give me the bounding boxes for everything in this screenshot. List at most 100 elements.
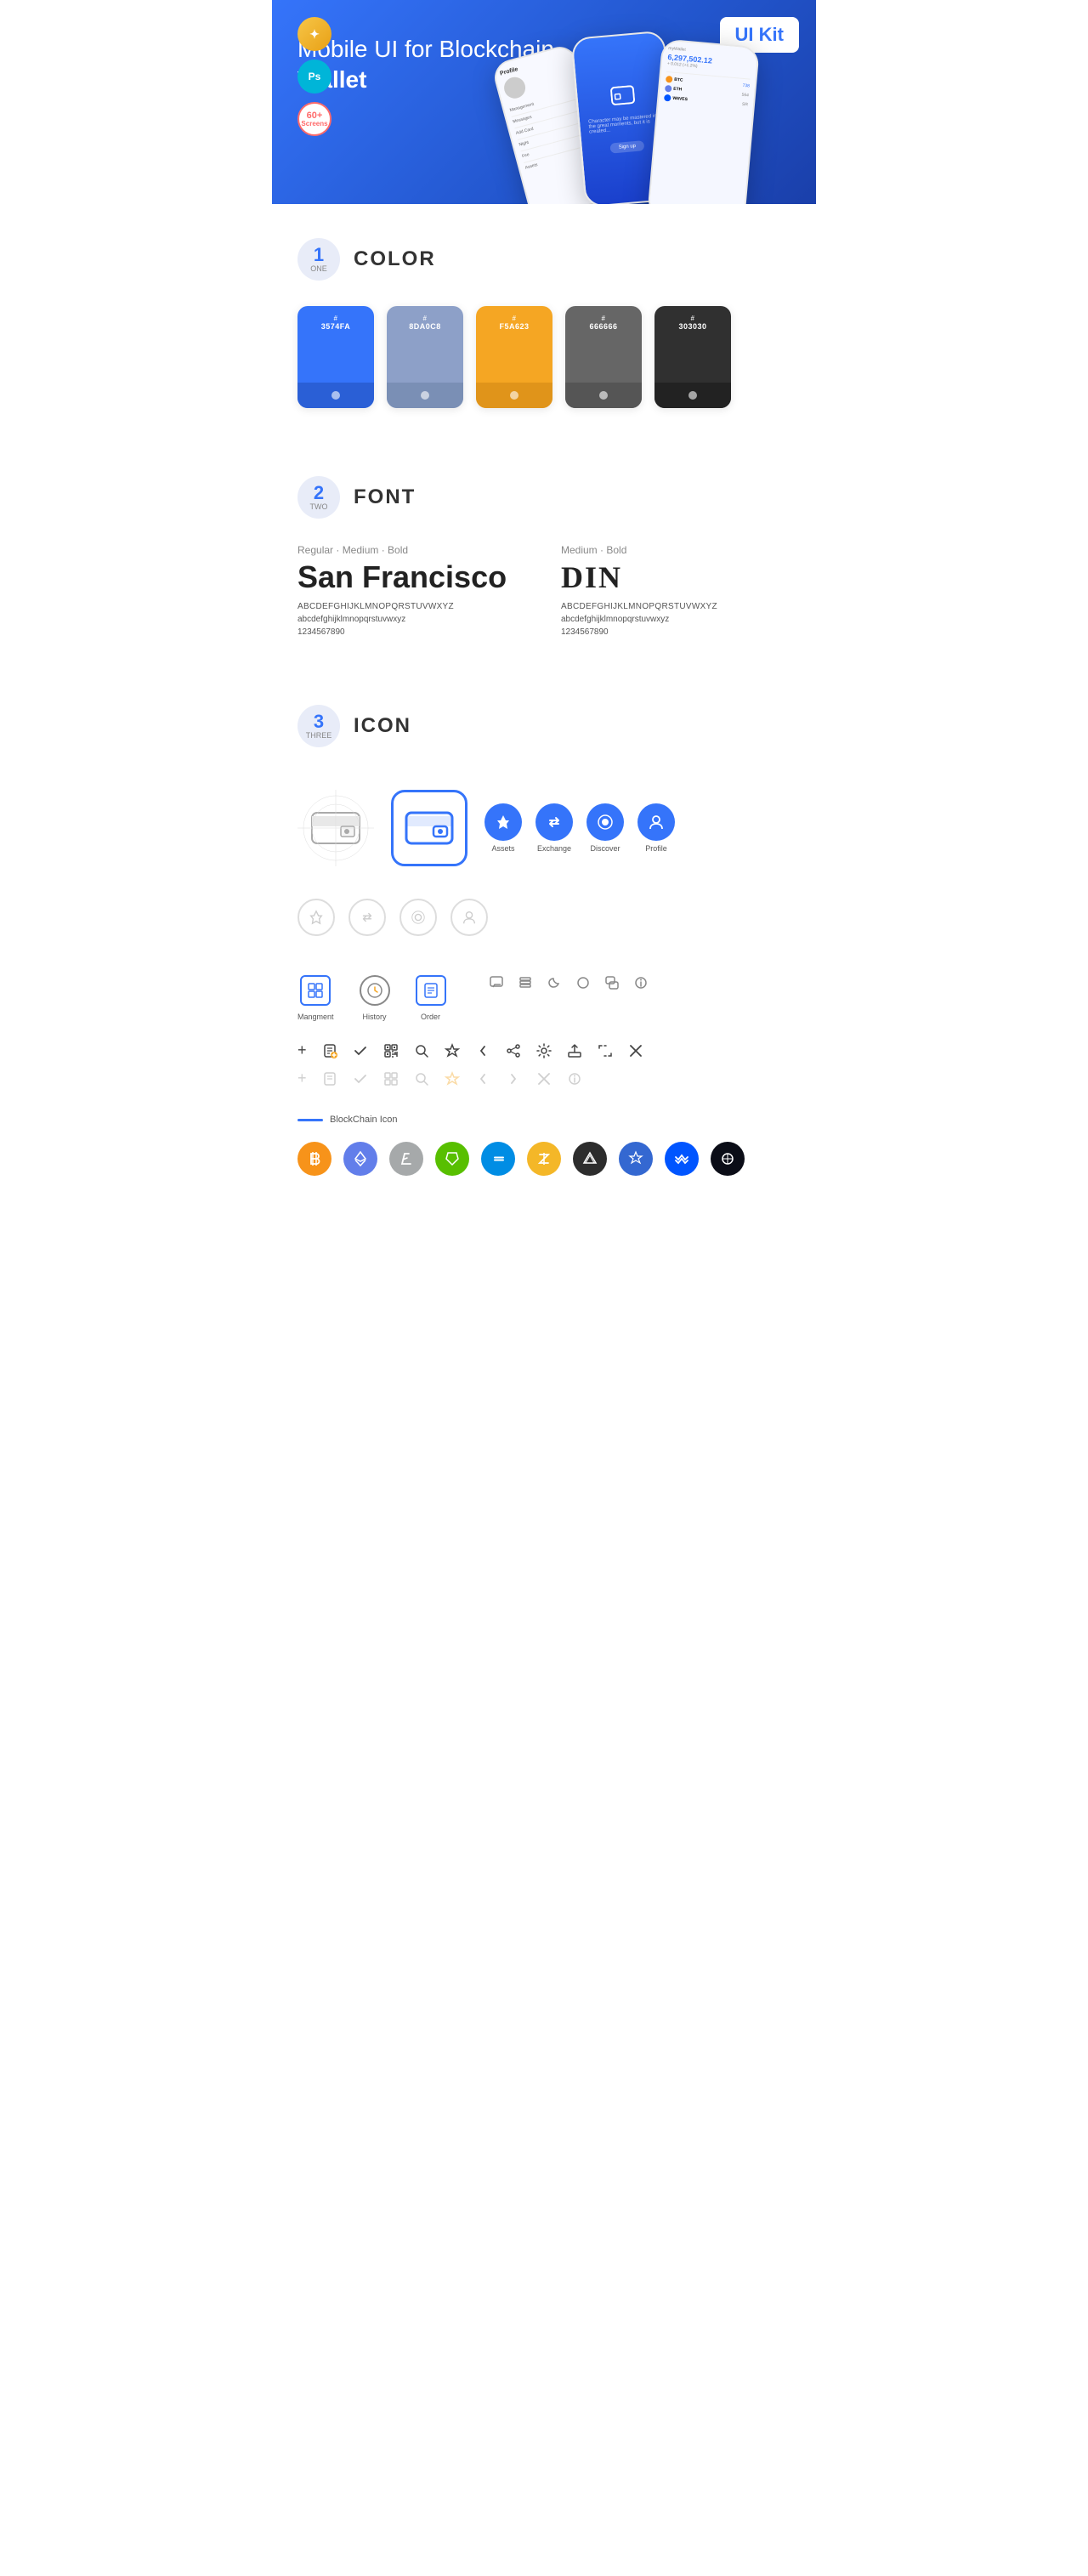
icon-section: Assets Exchange [298, 773, 790, 1244]
discover-icon-item: Discover [586, 803, 624, 853]
gear-icon[interactable] [536, 1043, 552, 1058]
font-sub: TWO [310, 502, 328, 511]
cardano-icon[interactable] [619, 1142, 653, 1176]
profile-icon[interactable] [638, 803, 675, 841]
stack-icon[interactable] [518, 975, 533, 990]
waves-icon[interactable] [665, 1142, 699, 1176]
history-label: History [363, 1013, 387, 1021]
hero-badges: ✦ Ps 60+ Screens [298, 17, 332, 136]
wallet-svg-filled [405, 809, 454, 848]
wallet-icon-grid [298, 790, 374, 866]
font-sf-lower: abcdefghijklmnopqrstuvwxyz [298, 615, 527, 624]
color-swatches: # 3574FA # 8DA0C8 # F5A623 # 666666 [298, 306, 790, 442]
assets-outline-icon [298, 899, 335, 936]
dash-icon[interactable] [481, 1142, 515, 1176]
ps-label: Ps [309, 71, 321, 82]
font-din-upper: ABCDEFGHIJKLMNOPQRSTUVWXYZ [561, 602, 790, 611]
font-sf-name: San Francisco [298, 559, 527, 595]
wallet-icon-filled [391, 790, 468, 866]
misc-icons-row-1 [489, 975, 649, 990]
sketch-badge: ✦ [298, 17, 332, 51]
assets-icon[interactable] [484, 803, 522, 841]
nav-icons-outline-row [298, 890, 488, 945]
chat2-icon[interactable] [604, 975, 620, 990]
tools-row-2: + [298, 1063, 790, 1101]
check-outline-icon [353, 1071, 368, 1087]
profile-label: Profile [645, 844, 667, 853]
qr-icon[interactable] [383, 1043, 399, 1058]
forward-outline-icon [506, 1071, 521, 1087]
plus-icon[interactable]: + [298, 1041, 307, 1059]
exchange-icon[interactable] [536, 803, 573, 841]
color-swatch-orange: # F5A623 [476, 306, 552, 408]
phones-area: Profile Management Messages Add Card Nig… [510, 0, 816, 204]
star-accent-icon [445, 1071, 460, 1087]
color-swatch-gray: # 666666 [565, 306, 642, 408]
icon-title: ICON [354, 714, 411, 738]
chat-icon[interactable] [489, 975, 504, 990]
profile-outline-icon [450, 899, 488, 936]
close-icon[interactable] [628, 1043, 643, 1058]
note-outline-icon [322, 1071, 337, 1087]
font-number: 2 [314, 484, 324, 502]
color-number: 1 [314, 246, 324, 264]
ethereum-icon[interactable] [343, 1142, 377, 1176]
iota-icon[interactable] [573, 1142, 607, 1176]
litecoin-icon[interactable] [389, 1142, 423, 1176]
history-icon[interactable] [360, 975, 390, 1006]
golem-icon[interactable] [711, 1142, 745, 1176]
font-sf: Regular · Medium · Bold San Francisco AB… [298, 544, 527, 637]
misc-icons-area [489, 975, 649, 990]
back-arrow-icon[interactable] [475, 1043, 490, 1058]
exchange-label: Exchange [537, 844, 571, 853]
font-grid: Regular · Medium · Bold San Francisco AB… [298, 544, 790, 637]
info-icon[interactable] [633, 975, 649, 990]
circle-icon[interactable] [575, 975, 591, 990]
resize-icon[interactable] [598, 1043, 613, 1058]
upload-icon[interactable] [567, 1043, 582, 1058]
screens-top: 60+ [307, 111, 323, 121]
color-section-header: 1 ONE COLOR [298, 204, 790, 306]
phone-mockup-3: myWallet 6,297,502.12 + 0.012 (+1.2%) BT… [647, 38, 760, 204]
font-din-style: Medium · Bold [561, 544, 790, 556]
color-sub: ONE [310, 264, 327, 273]
icon-grid-lines [298, 790, 374, 866]
search-icon[interactable] [414, 1043, 429, 1058]
bitcoin-icon[interactable] [298, 1142, 332, 1176]
icon-grid-main: Assets Exchange [298, 773, 790, 962]
order-icon[interactable] [416, 975, 446, 1006]
star-icon[interactable] [445, 1043, 460, 1058]
icon-number: 3 [314, 712, 324, 731]
font-number-badge: 2 TWO [298, 476, 340, 519]
screens-bottom: Screens [301, 121, 327, 128]
discover-label: Discover [590, 844, 620, 853]
profile-icon-item: Profile [638, 803, 675, 853]
color-swatch-grayblue: # 8DA0C8 [387, 306, 463, 408]
icon-sub: THREE [306, 731, 332, 740]
assets-icon-item: Assets [484, 803, 522, 853]
back-outline-icon [475, 1071, 490, 1087]
management-label: Mangment [298, 1013, 334, 1021]
font-din-name: DIN [561, 559, 790, 595]
font-din: Medium · Bold DIN ABCDEFGHIJKLMNOPQRSTUV… [561, 544, 790, 637]
close-outline-icon [536, 1071, 552, 1087]
blockchain-line [298, 1119, 323, 1121]
zcash-icon[interactable] [527, 1142, 561, 1176]
search-outline-icon [414, 1071, 429, 1087]
bottom-nav-section: Mangment History [298, 962, 790, 1035]
font-section-header: 2 TWO FONT [298, 442, 790, 544]
management-icon[interactable] [300, 975, 331, 1006]
check-icon[interactable] [353, 1043, 368, 1058]
moon-icon[interactable] [547, 975, 562, 990]
icon-number-badge: 3 THREE [298, 705, 340, 747]
ps-badge: Ps [298, 60, 332, 94]
nav-icons-row: Assets Exchange [484, 795, 675, 861]
hero-section: Mobile UI for Blockchain Wallet UI Kit ✦… [272, 0, 816, 204]
discover-icon[interactable] [586, 803, 624, 841]
share-icon[interactable] [506, 1043, 521, 1058]
assets-label: Assets [491, 844, 514, 853]
exchange-icon-item: Exchange [536, 803, 573, 853]
neo-icon[interactable] [435, 1142, 469, 1176]
note-icon[interactable] [322, 1043, 337, 1058]
history-icon-item: History [360, 975, 390, 1021]
